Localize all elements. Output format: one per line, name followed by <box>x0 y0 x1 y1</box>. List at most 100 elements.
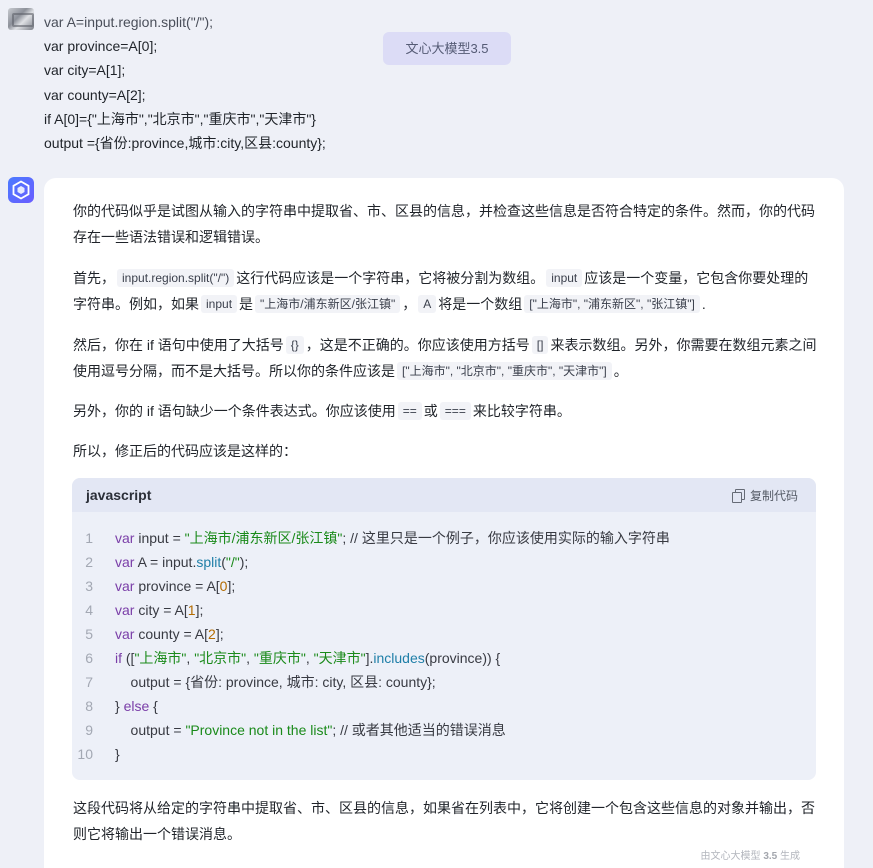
code-token: "北京市" <box>194 650 247 666</box>
code-line: 8} else { <box>72 694 816 718</box>
text: 这行代码应该是一个字符串，它将被分割为数组。 <box>236 270 545 286</box>
user-message-line: var A=input.region.split("/"); <box>44 14 214 30</box>
code-token: county = A[ <box>134 626 209 642</box>
code-token: ; // 或者其他适当的错误消息 <box>332 722 506 738</box>
code-line-content: } else { <box>115 694 158 718</box>
code-line: 2 var A = input.split("/"); <box>72 550 816 574</box>
user-message-line: var province=A[0]; <box>44 38 158 55</box>
code-token: if <box>115 650 122 666</box>
user-message-line: var city=A[1]; <box>44 62 126 79</box>
user-message-line: output ={省份:province,城市:city,区县:county}; <box>44 135 326 152</box>
code-token: (province)) { <box>424 650 501 666</box>
inline-code: {} <box>285 336 304 354</box>
user-avatar <box>8 8 34 30</box>
copy-code-button[interactable]: 复制代码 <box>731 478 798 512</box>
user-message: var A=input.region.split("/"); var provi… <box>44 10 424 155</box>
code-token: } <box>115 698 124 714</box>
inline-code: [] <box>531 336 549 354</box>
line-number: 9 <box>85 722 93 738</box>
code-body: 1 var input = "上海市/浦东新区/张江镇"; // 这里只是一个例子… <box>72 512 816 766</box>
code-language-label: javascript <box>86 487 152 503</box>
text: 或 <box>423 403 438 419</box>
code-token: "Province not in the list" <box>185 722 333 738</box>
text: . <box>701 296 706 312</box>
code-line-content: var province = A[0]; <box>115 574 235 598</box>
model-badge: 文心大模型3.5 <box>383 32 511 65</box>
inline-code: ["上海市", "浦东新区", "张江镇"] <box>524 295 700 313</box>
inline-code: ["上海市", "北京市", "重庆市", "天津市"] <box>397 362 612 380</box>
text: 。 <box>613 363 628 379</box>
answer-paragraph-fixed-intro: 所以，修正后的代码应该是这样的： <box>73 443 297 459</box>
code-token: var <box>115 578 135 594</box>
code-token: input = <box>134 530 185 546</box>
code-line: 7 output = {省份: province, 城市: city, 区县: … <box>72 670 816 694</box>
code-token: else <box>123 698 150 714</box>
code-token: "重庆市" <box>253 650 306 666</box>
code-line-content: var county = A[2]; <box>115 622 224 646</box>
inline-code: input <box>201 295 238 313</box>
chat-page: var A=input.region.split("/"); var provi… <box>0 0 873 868</box>
code-token: var <box>115 554 135 570</box>
code-token: var <box>115 530 135 546</box>
inline-code: A <box>418 295 437 313</box>
code-line-content: var A = input.split("/"); <box>115 550 248 574</box>
code-line-content: if (["上海市", "北京市", "重庆市", "天津市"].include… <box>115 646 500 670</box>
bot-avatar-icon <box>8 177 34 203</box>
text: 来比较字符串。 <box>472 403 571 419</box>
user-message-line: if A[0]={"上海市","北京市","重庆市","天津市"} <box>44 110 316 127</box>
answer-paragraph-summary: 这段代码将从给定的字符串中提取省、市、区县的信息，如果省在列表中，它将创建一个包… <box>73 800 815 842</box>
text: ， <box>402 296 417 312</box>
watermark-version: 3.5 <box>763 851 778 862</box>
code-block-header: javascript 复制代码 <box>72 478 816 512</box>
code-token: ]; <box>227 578 236 594</box>
code-token: ([ <box>122 650 135 666</box>
code-token: city = A[ <box>134 602 188 618</box>
code-token: , <box>246 650 254 666</box>
text: 首先， <box>73 270 115 286</box>
copy-code-label: 复制代码 <box>749 488 798 503</box>
code-token: ); <box>239 554 249 570</box>
code-token: 1 <box>187 602 196 618</box>
inline-code: input <box>546 269 583 287</box>
answer-card: 你的代码似乎是试图从输入的字符串中提取省、市、区县的信息，并检查这些信息是否符合… <box>44 178 844 868</box>
line-number: 10 <box>77 746 93 762</box>
inline-code: input.region.split("/") <box>117 269 235 287</box>
code-line-content: var city = A[1]; <box>115 598 203 622</box>
copy-icon <box>731 488 745 503</box>
code-line-content: } <box>115 742 120 766</box>
answer-paragraph-braces: 然后，你在 if 语句中使用了大括号{} ，这是不正确的。你应该使用方括号[] 来表… <box>73 332 821 384</box>
answer-paragraph-intro: 你的代码似乎是试图从输入的字符串中提取省、市、区县的信息，并检查这些信息是否符合… <box>73 203 815 245</box>
answer-paragraph-first: 首先， input.region.split("/") 这行代码应该是一个字符串，它… <box>73 265 821 317</box>
code-token: 2 <box>208 626 216 642</box>
code-line: 3 var province = A[0]; <box>72 574 816 598</box>
inline-code: === <box>439 402 471 420</box>
code-token: A = input. <box>134 554 197 570</box>
code-token: var <box>115 602 135 618</box>
generated-by-watermark: 由文心大模型 3.5 生成 <box>701 847 800 862</box>
text: 是 <box>239 296 254 312</box>
code-line-content: output = "Province not in the list"; // … <box>115 718 506 742</box>
text: ，这是不正确的。你应该使用方括号 <box>305 337 530 353</box>
line-number: 6 <box>85 650 93 666</box>
code-token: ]; <box>215 626 224 642</box>
code-token: , <box>305 650 314 666</box>
code-line-content: var input = "上海市/浦东新区/张江镇"; // 这里只是一个例子，… <box>115 526 670 550</box>
code-line: 10} <box>72 742 816 766</box>
line-number: 7 <box>85 674 93 690</box>
code-token: province = A[ <box>134 578 220 594</box>
code-line-content: output = {省份: province, 城市: city, 区县: co… <box>115 670 436 694</box>
text: 然后，你在 if 语句中使用了大括号 <box>73 337 284 353</box>
code-line: 6 if (["上海市", "北京市", "重庆市", "天津市"].includ… <box>72 646 816 670</box>
code-line: 9 output = "Province not in the list"; /… <box>72 718 816 742</box>
answer-paragraph-compare: 另外，你的 if 语句缺少一个条件表达式。你应该使用 == 或 === 来比较字符串。 <box>73 398 821 424</box>
line-number: 5 <box>85 626 93 642</box>
code-token: } <box>115 746 120 762</box>
code-token: output = {省份: province, 城市: city, 区县: co… <box>115 674 436 690</box>
watermark-suffix: 生成 <box>777 851 800 862</box>
code-token: ]; <box>195 602 204 618</box>
user-message-line: var county=A[2]; <box>44 86 146 103</box>
inline-code: == <box>397 402 422 420</box>
code-token: "上海市/浦东新区/张江镇" <box>184 530 343 546</box>
code-line: 5 var county = A[2]; <box>72 622 816 646</box>
code-token: "天津市" <box>313 650 366 666</box>
